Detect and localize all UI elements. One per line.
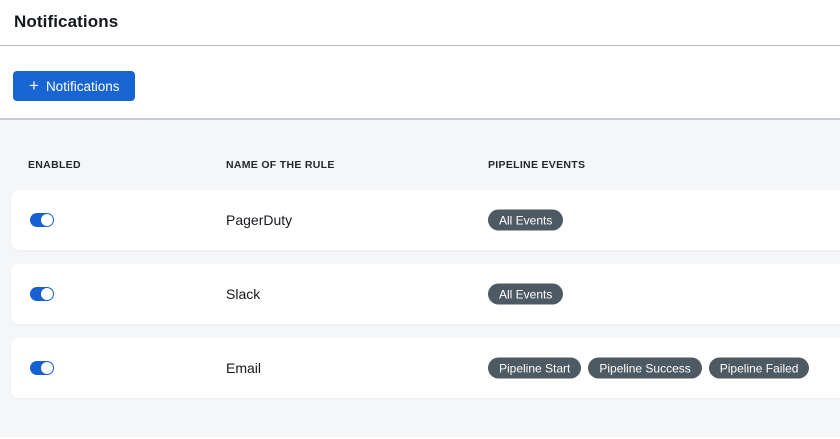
column-header-pipeline-events: PIPELINE EVENTS — [488, 159, 585, 171]
table-row: Email Pipeline StartPipeline SuccessPipe… — [11, 338, 840, 398]
event-badges: All Events — [488, 284, 563, 305]
enabled-toggle[interactable] — [30, 287, 54, 301]
table-header-row: ENABLED NAME OF THE RULE PIPELINE EVENTS — [0, 120, 840, 190]
event-badges: Pipeline Start Pipeline Success Pipeline F… — [488, 358, 809, 379]
event-badges: All Events — [488, 210, 563, 231]
add-notifications-button-label: Notifications — [46, 79, 120, 94]
table-rows: PagerDuty All Events Slack All Events Em… — [0, 190, 840, 398]
plus-icon: + — [29, 77, 39, 94]
notifications-table: ENABLED NAME OF THE RULE PIPELINE EVENTS… — [0, 120, 840, 437]
event-badge: Pipeline Failed — [709, 358, 810, 379]
table-row: PagerDuty All Events — [11, 190, 840, 250]
column-header-rule-name: NAME OF THE RULE — [226, 159, 335, 171]
rule-name: Slack — [226, 286, 260, 302]
event-badge: All Events — [488, 210, 563, 231]
rule-name: Email — [226, 360, 261, 376]
toggle-knob — [41, 214, 53, 226]
table-row: Slack All Events — [11, 264, 840, 324]
event-badge: All Events — [488, 284, 563, 305]
column-header-enabled: ENABLED — [28, 159, 81, 171]
page-title: Notifications — [14, 12, 840, 32]
enabled-toggle[interactable] — [30, 361, 54, 375]
enabled-toggle[interactable] — [30, 213, 54, 227]
toggle-knob — [41, 288, 53, 300]
toolbar: + Notifications — [0, 46, 840, 120]
event-badge: Pipeline Start — [488, 358, 581, 379]
add-notifications-button[interactable]: + Notifications — [13, 71, 135, 101]
event-badge: Pipeline Success — [588, 358, 701, 379]
rule-name: PagerDuty — [226, 212, 292, 228]
page-header: Notifications — [0, 0, 840, 46]
toggle-knob — [41, 362, 53, 374]
